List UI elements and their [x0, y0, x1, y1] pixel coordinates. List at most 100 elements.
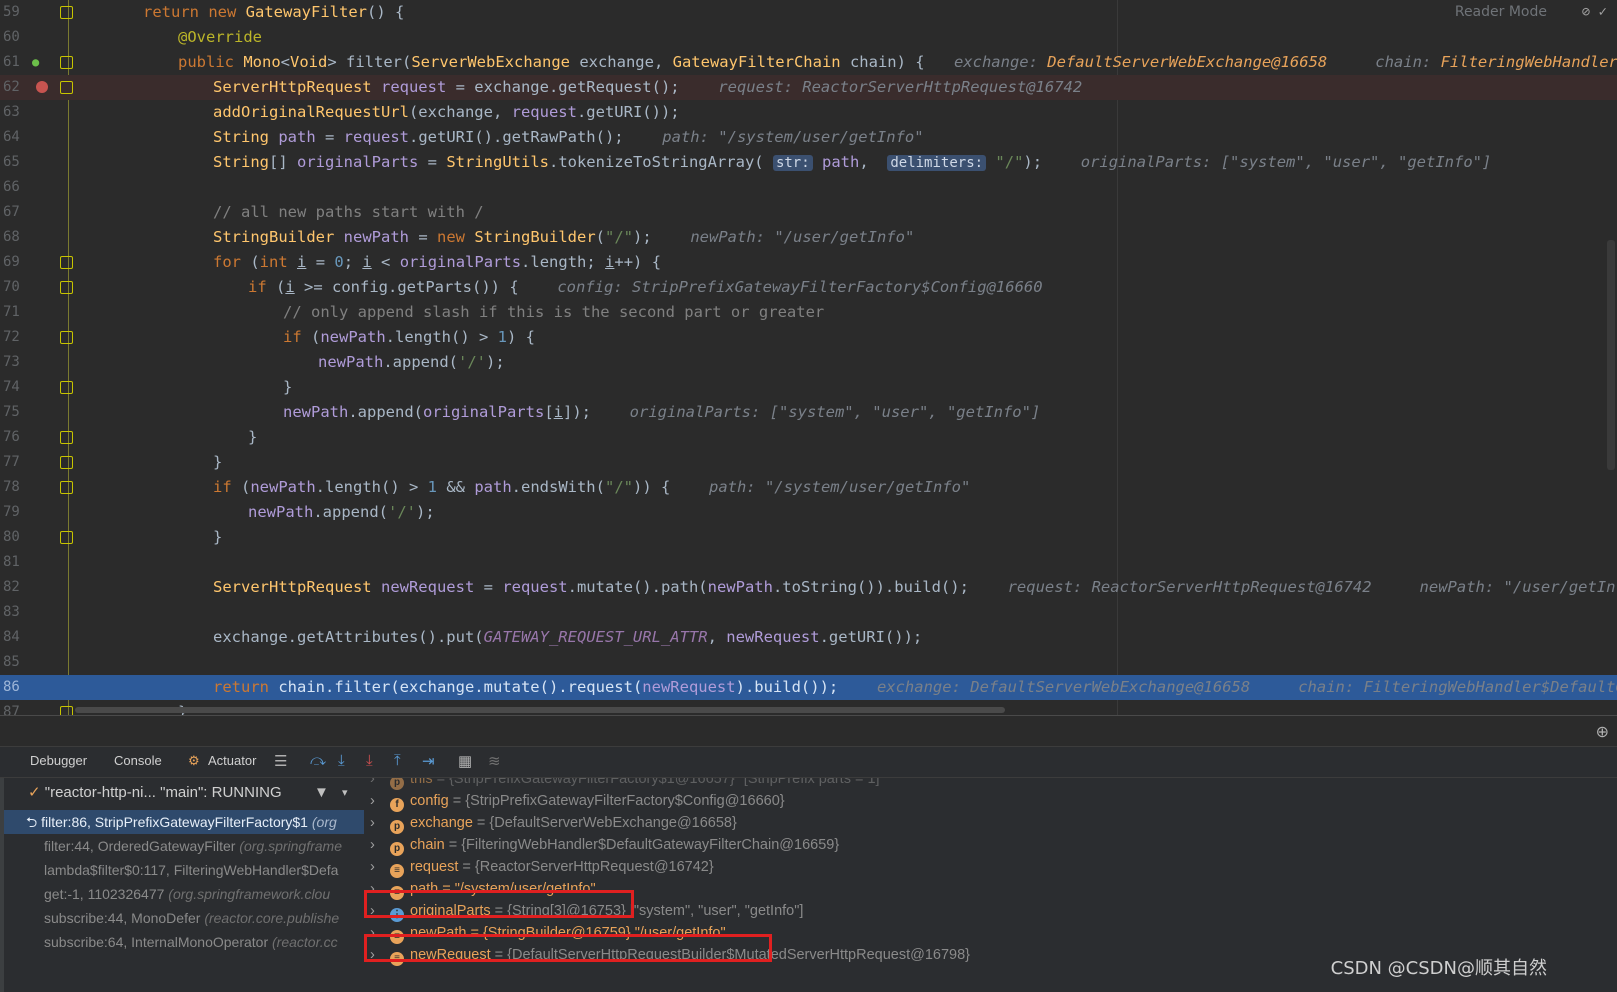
vertical-scrollbar[interactable] — [1607, 240, 1615, 470]
fold-marker-icon[interactable] — [60, 81, 73, 94]
thread-selector[interactable]: ✓ "reactor-http-ni... "main": RUNNING ▼ … — [4, 780, 364, 806]
override-icon[interactable]: ● — [32, 55, 44, 69]
code-line[interactable]: 61 ● public Mono<Void> filter(ServerWebExc… — [0, 50, 1617, 75]
code-text: } — [283, 378, 293, 396]
variable-row[interactable]: › p this = {StripPrefixGatewayFilterFactor… — [364, 778, 885, 790]
code-line[interactable]: 59 return new GatewayFilter() { — [0, 0, 1617, 25]
force-step-into-icon[interactable]: ⤓ — [366, 752, 373, 769]
line-number: 76 — [3, 429, 20, 445]
code-line[interactable]: 75 newPath.append(originalParts[i]); orig… — [0, 400, 1617, 425]
tab-console[interactable]: Console — [114, 753, 162, 768]
chevron-right-icon[interactable]: › — [364, 812, 390, 834]
fold-marker-icon[interactable] — [60, 456, 73, 469]
code-text: // all new paths start with / — [213, 203, 484, 221]
code-text: newPath.append(originalParts[i]); origin… — [283, 403, 1041, 421]
breakpoint-icon[interactable] — [36, 81, 48, 93]
code-line[interactable]: 60 @Override — [0, 25, 1617, 50]
code-line[interactable]: 83 — [0, 600, 1617, 625]
variable-type-icon: f — [390, 798, 404, 812]
stack-frame[interactable]: filter:44, OrderedGatewayFilter (org.spr… — [4, 834, 364, 858]
stack-frame[interactable]: lambda$filter$0:117, FilteringWebHandler… — [4, 858, 364, 882]
code-text: String path = request.getURI().getRawPat… — [213, 128, 924, 146]
fold-marker-icon[interactable] — [60, 331, 73, 344]
code-line[interactable]: 68 StringBuilder newPath = new StringBuil… — [0, 225, 1617, 250]
line-number: 86 — [3, 679, 20, 695]
fold-marker-icon[interactable] — [60, 256, 73, 269]
code-line[interactable]: 77} — [0, 450, 1617, 475]
line-number: 82 — [3, 579, 20, 595]
stack-frame[interactable]: ⮌ filter:86, StripPrefixGatewayFilterFac… — [4, 810, 364, 834]
code-text: for (int i = 0; i < originalParts.length… — [213, 253, 662, 271]
code-text: } — [213, 528, 223, 546]
code-line[interactable]: 71 // only append slash if this is the se… — [0, 300, 1617, 325]
chevron-down-icon[interactable]: ▾ — [342, 780, 348, 806]
variable-row[interactable]: › p chain = {FilteringWebHandler$DefaultGa… — [364, 834, 839, 856]
code-line[interactable]: 62 ServerHttpRequest request = exchange.g… — [0, 75, 1617, 100]
code-line[interactable]: 84 exchange.getAttributes().put(GATEWAY_R… — [0, 625, 1617, 650]
fold-marker-icon[interactable] — [60, 281, 73, 294]
fold-marker-icon[interactable] — [60, 56, 73, 69]
chevron-right-icon[interactable]: › — [364, 790, 390, 812]
code-line[interactable]: 76} — [0, 425, 1617, 450]
code-line[interactable]: 64 String path = request.getURI().getRawP… — [0, 125, 1617, 150]
code-line[interactable]: 66 — [0, 175, 1617, 200]
variable-row[interactable]: › f config = {StripPrefixGatewayFilterFact… — [364, 790, 785, 812]
highlight-box-newpath — [364, 934, 772, 962]
stack-frame[interactable]: subscribe:44, MonoDefer (reactor.core.pu… — [4, 906, 364, 930]
filter-icon[interactable]: ▼ — [314, 780, 329, 806]
code-line[interactable]: 79 newPath.append('/'); — [0, 500, 1617, 525]
code-line[interactable]: 69 for (int i = 0; i < originalParts.leng… — [0, 250, 1617, 275]
menu-icon[interactable]: ☰ — [274, 752, 287, 770]
line-number: 78 — [3, 479, 20, 495]
fold-marker-icon[interactable] — [60, 481, 73, 494]
code-line[interactable]: 74} — [0, 375, 1617, 400]
step-out-icon[interactable]: ⤒ — [394, 752, 401, 769]
step-over-icon[interactable]: ⤼ — [310, 752, 326, 769]
run-to-cursor-icon[interactable]: ⇥ — [422, 752, 435, 770]
line-number: 69 — [3, 254, 20, 270]
line-number: 79 — [3, 504, 20, 520]
fold-marker-icon[interactable] — [60, 6, 73, 19]
highlight-box-path — [364, 890, 634, 918]
fold-marker-icon[interactable] — [60, 431, 73, 444]
code-line[interactable]: 70 if (i >= config.getParts()) { config: … — [0, 275, 1617, 300]
code-line[interactable]: 72 if (newPath.length() > 1) { — [0, 325, 1617, 350]
code-line[interactable]: 73 newPath.append('/'); — [0, 350, 1617, 375]
fold-marker-icon[interactable] — [60, 381, 73, 394]
code-line[interactable]: 63 addOriginalRequestUrl(exchange, reques… — [0, 100, 1617, 125]
code-line[interactable]: 80} — [0, 525, 1617, 550]
line-number: 64 — [3, 129, 20, 145]
frames-panel: ✓ "reactor-http-ni... "main": RUNNING ▼ … — [4, 778, 364, 992]
reader-mode-label[interactable]: Reader Mode — [1455, 4, 1547, 20]
line-number: 65 — [3, 154, 20, 170]
variable-row[interactable]: › ≡ request = {ReactorServerHttpRequest@16… — [364, 856, 714, 878]
code-line[interactable]: 82 ServerHttpRequest newRequest = request… — [0, 575, 1617, 600]
code-line[interactable]: 78 if (newPath.length() > 1 && path.endsW… — [0, 475, 1617, 500]
variable-type-icon: p — [390, 778, 404, 790]
gear-icon[interactable]: ⊕ — [1596, 722, 1609, 742]
chevron-right-icon[interactable]: › — [364, 834, 390, 856]
step-into-icon[interactable]: ⤓ — [338, 752, 345, 769]
tab-actuator[interactable]: Actuator — [208, 753, 256, 768]
stack-frame[interactable]: subscribe:64, InternalMonoOperator (reac… — [4, 930, 364, 954]
chevron-right-icon[interactable]: › — [364, 778, 390, 790]
code-line[interactable]: 86 return chain.filter(exchange.mutate().… — [0, 675, 1617, 700]
code-line[interactable]: 81 — [0, 550, 1617, 575]
line-number: 70 — [3, 279, 20, 295]
chevron-right-icon[interactable]: › — [364, 856, 390, 878]
code-editor[interactable]: 59 return new GatewayFilter() {60 @Overrid… — [0, 0, 1617, 737]
code-line[interactable]: 67 // all new paths start with / — [0, 200, 1617, 225]
code-line[interactable]: 85 — [0, 650, 1617, 675]
horizontal-scrollbar[interactable] — [75, 707, 1005, 713]
tab-debugger[interactable]: Debugger — [30, 753, 87, 768]
code-text: exchange.getAttributes().put(GATEWAY_REQ… — [213, 628, 923, 646]
trace-icon[interactable]: ≋ — [488, 752, 501, 770]
eye-icon[interactable]: ⊘ ✓ — [1582, 4, 1607, 20]
evaluate-icon[interactable]: ▦ — [458, 752, 472, 770]
code-text: public Mono<Void> filter(ServerWebExchan… — [178, 53, 1617, 71]
fold-marker-icon[interactable] — [60, 531, 73, 544]
variable-row[interactable]: › p exchange = {DefaultServerWebExchange@1… — [364, 812, 737, 834]
code-text: StringBuilder newPath = new StringBuilde… — [213, 228, 915, 246]
code-line[interactable]: 65 String[] originalParts = StringUtils.t… — [0, 150, 1617, 175]
stack-frame[interactable]: get:-1, 1102326477 (org.springframework.… — [4, 882, 364, 906]
